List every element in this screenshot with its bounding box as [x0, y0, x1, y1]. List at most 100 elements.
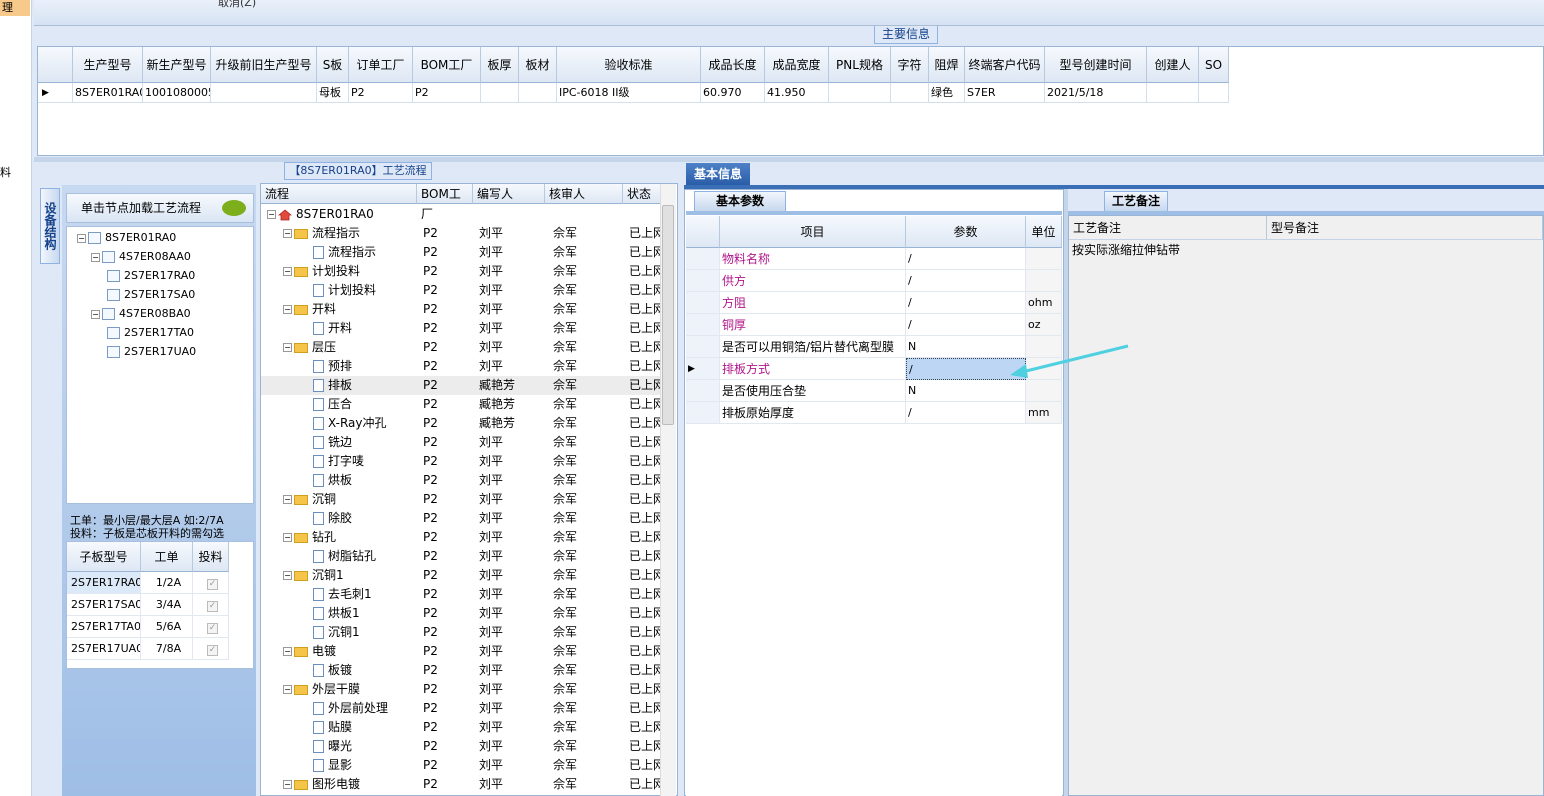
horizontal-splitter[interactable] — [34, 157, 1544, 162]
main-col-header[interactable]: 订单工厂 — [349, 47, 413, 83]
process-row[interactable]: 板镀 P2 刘平 佘军 已上网 — [261, 661, 665, 680]
collapse-icon[interactable]: − — [283, 685, 292, 694]
param-value-input[interactable]: / — [906, 248, 1026, 270]
process-row[interactable]: − 外层干膜 P2 刘平 佘军 已上网 — [261, 680, 665, 699]
process-row[interactable]: 烘板1 P2 刘平 佘军 已上网 — [261, 604, 665, 623]
params-col-header[interactable]: 项目 — [720, 216, 906, 248]
main-cell[interactable]: P2 — [413, 83, 481, 103]
collapse-icon[interactable]: − — [91, 252, 100, 262]
process-row[interactable]: − 图形电镀 P2 刘平 佘军 已上网 — [261, 775, 665, 794]
params-col-header[interactable]: 参数 — [906, 216, 1026, 248]
process-row[interactable]: X-Ray冲孔 P2 臧艳芳 佘军 已上网 — [261, 414, 665, 433]
collapse-icon[interactable]: − — [283, 780, 292, 789]
process-row[interactable]: − 层压 P2 刘平 佘军 已上网 — [261, 338, 665, 357]
process-col-header[interactable]: 流程 — [261, 184, 417, 204]
param-value-input[interactable]: / — [906, 292, 1026, 314]
tree-node[interactable]: 2S7ER17RA0 — [107, 269, 195, 282]
tab-process-notes[interactable]: 工艺备注 — [1104, 191, 1168, 212]
checkbox-icon[interactable]: ✓ — [207, 601, 218, 612]
main-col-header[interactable]: 生产型号 — [73, 47, 143, 83]
process-root-row[interactable]: − 8S7ER01RA0 — [261, 205, 663, 224]
process-row[interactable]: 铣边 P2 刘平 佘军 已上网 — [261, 433, 665, 452]
main-cell[interactable] — [211, 83, 317, 103]
sub-model-cell[interactable]: 2S7ER17UA0 — [67, 638, 141, 660]
tree-node[interactable]: 2S7ER17SA0 — [107, 288, 195, 301]
main-col-header[interactable]: BOM工厂 — [413, 47, 481, 83]
main-col-header[interactable]: 字符 — [891, 47, 929, 83]
process-row[interactable]: − 开料 P2 刘平 佘军 已上网 — [261, 300, 665, 319]
sub-feed-checkbox-cell[interactable]: ✓ — [193, 572, 229, 594]
main-col-header[interactable]: 终端客户代码 — [965, 47, 1045, 83]
main-cell[interactable]: 10010800059270 — [143, 83, 211, 103]
process-row[interactable]: 贴膜 P2 刘平 佘军 已上网 — [261, 718, 665, 737]
main-col-header[interactable]: 新生产型号 — [143, 47, 211, 83]
main-col-header[interactable]: 成品宽度 — [765, 47, 829, 83]
main-col-header[interactable]: 板材 — [519, 47, 557, 83]
collapse-icon[interactable]: − — [283, 647, 292, 656]
sub-feed-checkbox-cell[interactable]: ✓ — [193, 616, 229, 638]
collapse-icon[interactable]: − — [283, 305, 292, 314]
process-row[interactable]: 除胶 P2 刘平 佘军 已上网 — [261, 509, 665, 528]
main-cell[interactable]: IPC-6018 II级 — [557, 83, 701, 103]
main-col-header[interactable]: S板 — [317, 47, 349, 83]
sub-order-cell[interactable]: 3/4A — [141, 594, 193, 616]
process-row[interactable]: 曝光 P2 刘平 佘军 已上网 — [261, 737, 665, 756]
collapse-icon[interactable]: − — [77, 233, 86, 243]
sub-model-cell[interactable]: 2S7ER17SA0 — [67, 594, 141, 616]
sub-col-header[interactable]: 工单 — [141, 542, 193, 572]
process-row[interactable]: 树脂钻孔 P2 刘平 佘军 已上网 — [261, 547, 665, 566]
process-col-header[interactable]: 状态 — [623, 184, 665, 204]
process-row[interactable]: − 钻孔 P2 刘平 佘军 已上网 — [261, 528, 665, 547]
main-cell[interactable]: 2021/5/18 — [1045, 83, 1147, 103]
main-cell[interactable] — [829, 83, 891, 103]
collapse-icon[interactable]: − — [283, 495, 292, 504]
main-col-header[interactable]: 型号创建时间 — [1045, 47, 1147, 83]
process-col-header[interactable]: BOM工厂 — [417, 184, 473, 221]
sub-feed-checkbox-cell[interactable]: ✓ — [193, 638, 229, 660]
process-row[interactable]: 打字唛 P2 刘平 佘军 已上网 — [261, 452, 665, 471]
process-col-header[interactable]: 编写人 — [473, 184, 545, 204]
main-cell[interactable]: S7ER — [965, 83, 1045, 103]
param-value-input[interactable]: / — [906, 314, 1026, 336]
cancel-button[interactable]: 取消(Z) — [218, 0, 256, 10]
process-row[interactable]: 外层前处理 P2 刘平 佘军 已上网 — [261, 699, 665, 718]
process-note-text[interactable]: 按实际涨缩拉伸钻带 — [1072, 241, 1180, 258]
sub-col-header[interactable]: 投料 — [193, 542, 229, 572]
process-row[interactable]: 烘板 P2 刘平 佘军 已上网 — [261, 471, 665, 490]
main-cell[interactable]: 绿色 — [929, 83, 965, 103]
tree-node[interactable]: 2S7ER17UA0 — [107, 345, 196, 358]
checkbox-icon[interactable]: ✓ — [207, 645, 218, 656]
main-col-header[interactable]: 验收标准 — [557, 47, 701, 83]
tab-equipment-structure[interactable]: 设备结构 — [40, 188, 60, 264]
tab-base-info[interactable]: 基本信息 — [686, 163, 750, 185]
collapse-icon[interactable]: − — [91, 309, 100, 319]
checkbox-icon[interactable]: ✓ — [207, 579, 218, 590]
main-cell[interactable] — [891, 83, 929, 103]
process-row[interactable]: 压合 P2 臧艳芳 佘军 已上网 — [261, 395, 665, 414]
process-row[interactable]: 沉铜1 P2 刘平 佘军 已上网 — [261, 623, 665, 642]
process-row[interactable]: 显影 P2 刘平 佘军 已上网 — [261, 756, 665, 775]
main-cell[interactable]: 41.950 — [765, 83, 829, 103]
sub-model-cell[interactable]: 2S7ER17TA0 — [67, 616, 141, 638]
process-row[interactable]: 开料 P2 刘平 佘军 已上网 — [261, 319, 665, 338]
checkbox-icon[interactable]: ✓ — [207, 623, 218, 634]
main-cell[interactable]: 60.970 — [701, 83, 765, 103]
param-value-input[interactable]: / — [906, 270, 1026, 292]
collapse-icon[interactable]: − — [283, 571, 292, 580]
process-row[interactable]: − 电镀 P2 刘平 佘军 已上网 — [261, 642, 665, 661]
sub-col-header[interactable]: 子板型号 — [67, 542, 141, 572]
main-cell[interactable]: 母板 — [317, 83, 349, 103]
main-cell[interactable] — [481, 83, 519, 103]
tree-node[interactable]: − 4S7ER08AA0 — [91, 250, 191, 263]
tree-node[interactable]: − 4S7ER08BA0 — [91, 307, 191, 320]
main-col-header[interactable]: 阻焊 — [929, 47, 965, 83]
collapse-icon[interactable]: − — [283, 229, 292, 238]
main-col-header[interactable]: PNL规格 — [829, 47, 891, 83]
sub-order-cell[interactable]: 5/6A — [141, 616, 193, 638]
process-col-header[interactable]: 核审人 — [545, 184, 623, 204]
process-row[interactable]: − 沉铜 P2 刘平 佘军 已上网 — [261, 490, 665, 509]
process-row[interactable]: − 计划投料 P2 刘平 佘军 已上网 — [261, 262, 665, 281]
left-strip-tab[interactable]: 理 — [0, 0, 30, 16]
process-scroll-thumb[interactable] — [662, 205, 674, 425]
main-col-header[interactable]: SO — [1199, 47, 1229, 83]
